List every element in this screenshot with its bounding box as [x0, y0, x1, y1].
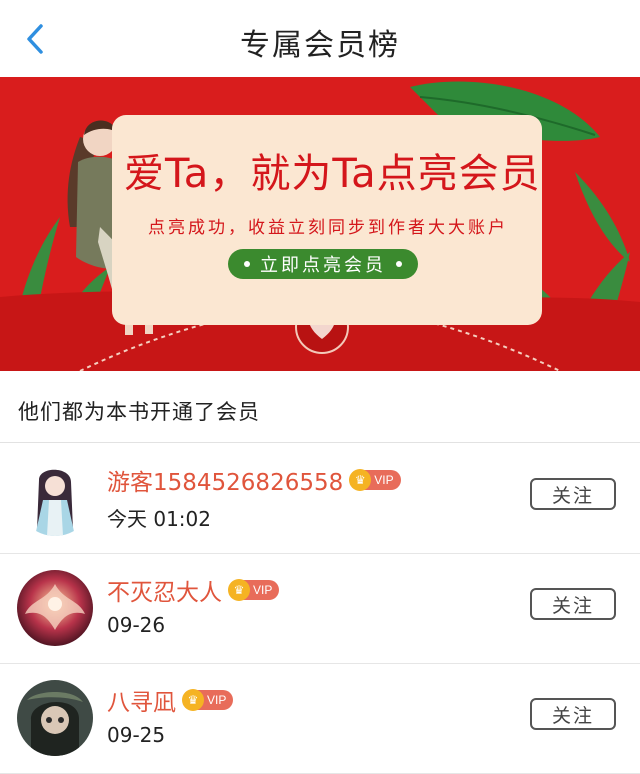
follow-button[interactable]: 关注 [530, 698, 616, 730]
activate-membership-label: 立即点亮会员 [260, 255, 386, 276]
avatar[interactable] [17, 570, 93, 646]
vip-badge: ♛ VIP [228, 579, 280, 601]
avatar[interactable] [17, 460, 93, 536]
list-item[interactable]: 八寻凪 ♛ VIP 09-25 关注 [0, 663, 640, 774]
promo-banner[interactable]: 爱Ta，就为Ta点亮会员 点亮成功，收益立刻同步到作者大大账户 立即点亮会员 [0, 77, 640, 371]
page-title: 专属会员榜 [240, 28, 400, 63]
member-name-row: 游客1584526826558 ♛ VIP [107, 463, 401, 497]
crown-icon: ♛ [349, 469, 372, 491]
banner-title: 爱Ta，就为Ta点亮会员 [124, 151, 541, 197]
dot-icon [244, 261, 250, 267]
member-name[interactable]: 游客1584526826558 [107, 463, 343, 497]
vip-badge: ♛ VIP [182, 689, 234, 711]
banner-subtitle: 点亮成功，收益立刻同步到作者大大账户 [148, 218, 508, 238]
member-name-row: 八寻凪 ♛ VIP [107, 683, 234, 717]
dot-icon [396, 261, 402, 267]
crown-icon: ♛ [182, 689, 204, 711]
vip-badge: ♛ VIP [349, 469, 401, 491]
member-date: 09-25 [107, 723, 166, 747]
member-date: 今天 01:02 [107, 507, 211, 531]
follow-button[interactable]: 关注 [530, 588, 616, 620]
avatar[interactable] [17, 680, 93, 756]
activate-membership-button[interactable]: 立即点亮会员 [228, 249, 418, 279]
list-item[interactable]: 游客1584526826558 ♛ VIP 今天 01:02 关注 [0, 443, 640, 554]
list-item[interactable]: 不灭忍大人 ♛ VIP 09-26 关注 [0, 553, 640, 664]
member-name[interactable]: 八寻凪 [107, 683, 176, 717]
top-nav-bar: 专属会员榜 [0, 0, 640, 79]
follow-button[interactable]: 关注 [530, 478, 616, 510]
member-name-row: 不灭忍大人 ♛ VIP [107, 573, 280, 607]
crown-icon: ♛ [228, 579, 250, 601]
member-name[interactable]: 不灭忍大人 [107, 573, 222, 607]
section-title: 他们都为本书开通了会员 [18, 400, 260, 424]
member-date: 09-26 [107, 613, 166, 637]
